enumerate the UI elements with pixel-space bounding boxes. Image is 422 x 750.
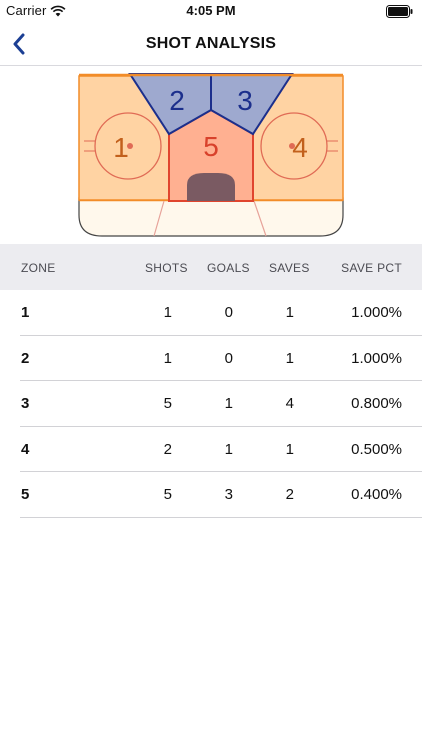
cell-shots: 1 xyxy=(163,304,172,321)
cell-save-pct: 0.400% xyxy=(351,486,402,503)
header-zone: ZONE xyxy=(21,261,56,275)
goal-crease xyxy=(187,173,235,201)
header-saves: SAVES xyxy=(269,261,310,275)
cell-saves: 1 xyxy=(285,304,294,321)
cell-zone: 2 xyxy=(21,349,30,367)
zone-2-label: 2 xyxy=(169,85,185,116)
zone-5-label: 5 xyxy=(203,131,219,162)
page-title: SHOT ANALYSIS xyxy=(145,35,277,52)
cell-saves: 1 xyxy=(285,440,294,458)
status-time: 4:05 PM xyxy=(186,3,236,18)
cell-goals: 0 xyxy=(224,349,233,367)
cell-goals: 3 xyxy=(224,486,233,503)
rink-zone-map: 1 4 5 2 3 xyxy=(76,70,346,238)
zone-4-label: 4 xyxy=(292,132,308,163)
battery-icon xyxy=(386,5,414,23)
header-goals: GOALS xyxy=(207,261,250,275)
cell-save-pct: 1.000% xyxy=(351,349,402,367)
rink-ice xyxy=(78,197,344,237)
cell-zone: 4 xyxy=(21,440,30,458)
table-row[interactable]: 1 1 0 1 1.000% xyxy=(20,290,422,336)
header-save-pct: SAVE PCT xyxy=(341,261,402,275)
cell-save-pct: 0.800% xyxy=(351,395,402,412)
cell-zone: 5 xyxy=(21,486,30,503)
table-row[interactable]: 3 5 1 4 0.800% xyxy=(20,381,422,427)
cell-shots: 5 xyxy=(163,395,172,412)
cell-goals: 0 xyxy=(224,304,233,321)
cell-saves: 4 xyxy=(285,395,294,412)
cell-saves: 1 xyxy=(285,349,294,367)
table-row[interactable]: 5 5 3 2 0.400% xyxy=(20,472,422,518)
table-row[interactable]: 4 2 1 1 0.500% xyxy=(20,427,422,472)
cell-shots: 1 xyxy=(163,349,172,367)
header-shots: SHOTS xyxy=(145,261,188,275)
cell-save-pct: 0.500% xyxy=(351,440,402,458)
table-header: ZONE SHOTS GOALS SAVES SAVE PCT xyxy=(0,244,422,290)
cell-goals: 1 xyxy=(224,395,233,412)
navigation-bar: SHOT ANALYSIS xyxy=(0,22,422,66)
cell-saves: 2 xyxy=(285,486,294,503)
cell-shots: 5 xyxy=(163,486,172,503)
zone-3-label: 3 xyxy=(237,85,253,116)
zone-stats-table: 1 1 0 1 1.000% 2 1 0 1 1.000% 3 5 1 4 0.… xyxy=(0,290,422,518)
status-bar: Carrier 4:05 PM xyxy=(0,0,422,22)
zone-1-label: 1 xyxy=(113,132,129,163)
cell-zone: 3 xyxy=(21,395,30,412)
table-row[interactable]: 2 1 0 1 1.000% xyxy=(20,336,422,381)
cell-goals: 1 xyxy=(224,440,233,458)
cell-save-pct: 1.000% xyxy=(351,304,402,321)
cell-shots: 2 xyxy=(163,440,172,458)
cell-zone: 1 xyxy=(21,304,30,321)
